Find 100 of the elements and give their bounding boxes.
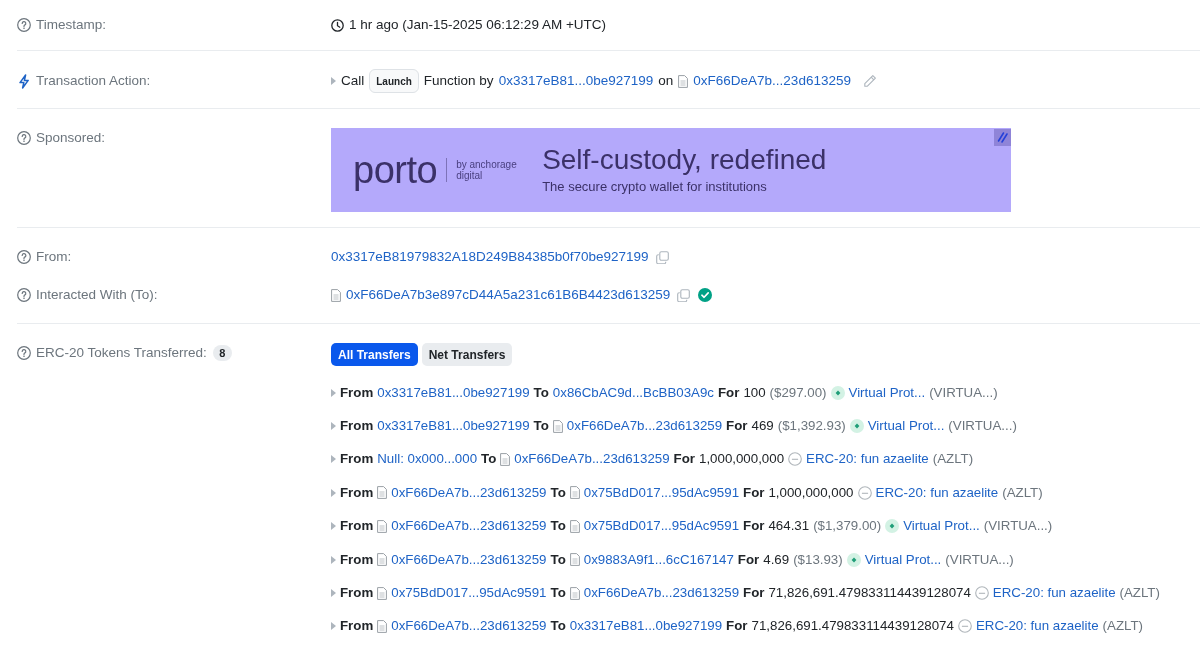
to-label: To (533, 417, 549, 436)
caret-icon[interactable] (331, 522, 336, 531)
address-link[interactable]: 0xF66DeA7b...23d613259 (391, 616, 547, 637)
address-link[interactable]: 0x75BdD017...95dAc9591 (583, 516, 740, 537)
lightning-icon (17, 73, 31, 89)
field-label: From: (36, 248, 72, 266)
for-label: For (743, 517, 765, 536)
caret-icon[interactable] (331, 455, 336, 464)
copy-icon[interactable] (655, 250, 669, 264)
caret-icon[interactable] (331, 388, 336, 397)
address-link[interactable]: 0xF66DeA7b...23d613259 (391, 516, 547, 537)
token-symbol: (AZLT) (932, 450, 974, 469)
byline-text: by anchorage digital (456, 159, 518, 181)
token-link[interactable]: Virtual Prot... (903, 516, 980, 537)
address-link[interactable]: 0xF66DeA7b...23d613259 (693, 71, 851, 91)
from-label: From (340, 417, 374, 436)
address-link[interactable]: Null: 0x000...000 (377, 449, 478, 470)
address-link[interactable]: 0x9883A9f1...6cC167147 (583, 549, 734, 570)
usd-value-text: ($297.00) (769, 383, 827, 402)
from-label: From (340, 483, 374, 502)
token-link[interactable]: Virtual Prot... (848, 382, 926, 403)
copy-icon[interactable] (677, 288, 691, 302)
address-link[interactable]: 0x3317eB81...0be927199 (377, 416, 530, 437)
ad-marker-icon[interactable] (994, 129, 1011, 146)
field-label: ERC-20 Tokens Transferred: (36, 344, 207, 362)
field-label: Interacted With (To): (36, 286, 158, 304)
action-text: Function by (423, 72, 494, 90)
from-label: From (340, 617, 374, 636)
token-link[interactable]: ERC-20: fun azaelite (806, 449, 929, 470)
empty-token-icon (957, 619, 972, 634)
for-label: For (737, 550, 760, 569)
address-link[interactable]: 0x86CbAC9d...BcBB03A9c (552, 382, 714, 403)
token-symbol: (VIRTUA...) (929, 383, 998, 402)
field-label: Transaction Action: (36, 72, 151, 90)
tagline-text: The secure crypto wallet for institutions (542, 179, 768, 195)
to-label: To (533, 383, 549, 402)
from-label: From (340, 450, 374, 469)
headline-text: Self-custody, redefined (542, 145, 827, 175)
for-label: For (673, 450, 695, 469)
caret-icon[interactable] (331, 622, 336, 631)
token-symbol: (VIRTUA...) (983, 517, 1053, 536)
token-link[interactable]: Virtual Prot... (867, 416, 945, 437)
address-link[interactable]: 0xF66DeA7b...23d613259 (391, 482, 547, 503)
to-label: To (550, 617, 566, 636)
caret-icon[interactable] (331, 589, 336, 598)
for-label: For (718, 383, 740, 402)
token-logo-icon (885, 519, 900, 534)
address-link[interactable]: 0xF66DeA7b...23d613259 (391, 549, 547, 570)
from-label: From (340, 383, 374, 402)
amount-text: 469 (751, 417, 774, 436)
token-link[interactable]: ERC-20: fun azaelite (875, 482, 999, 503)
caret-icon[interactable] (331, 77, 336, 85)
caret-icon[interactable] (331, 488, 336, 497)
address-link[interactable]: 0x3317eB81...0be927199 (498, 71, 654, 91)
action-text: on (658, 72, 674, 90)
token-logo-icon (846, 552, 861, 567)
clock-icon (331, 18, 344, 32)
token-symbol: (AZLT) (1119, 584, 1160, 603)
address-link[interactable]: 0x75BdD017...95dAc9591 (583, 482, 740, 503)
caret-icon[interactable] (331, 555, 336, 564)
address-link[interactable]: 0x3317eB81...0be927199 (569, 616, 723, 637)
address-link[interactable]: 0xF66DeA7b...23d613259 (566, 416, 723, 437)
help-icon (17, 346, 31, 360)
to-label: To (550, 483, 566, 502)
empty-token-icon (788, 452, 803, 467)
for-label: For (726, 417, 748, 436)
empty-token-icon (857, 485, 872, 500)
caret-icon[interactable] (331, 422, 336, 431)
amount-text: 464.31 (768, 517, 810, 536)
amount-text: 71,826,691.479833114439128074 (751, 617, 954, 636)
token-link[interactable]: ERC-20: fun azaelite (992, 583, 1116, 604)
address-link[interactable]: 0xF66DeA7b3e897cD44A5a231c61B6B4423d613259 (346, 285, 671, 305)
from-label: From (340, 584, 374, 603)
address-link[interactable]: 0xF66DeA7b...23d613259 (583, 583, 740, 604)
token-symbol: (AZLT) (1102, 617, 1143, 636)
brand-logo: porto (353, 148, 438, 192)
amount-text: 4.69 (763, 550, 790, 569)
field-label: Timestamp: (36, 16, 106, 34)
address-link[interactable]: 0x75BdD017...95dAc9591 (391, 583, 547, 604)
token-link[interactable]: ERC-20: fun azaelite (975, 616, 1099, 637)
usd-value-text: ($1,379.00) (813, 517, 882, 536)
amount-text: 71,826,691.479833114439128074 (768, 584, 971, 603)
token-symbol: (VIRTUA...) (948, 417, 1017, 436)
token-logo-icon (849, 419, 864, 434)
filter-tab[interactable]: All Transfers (331, 343, 418, 366)
address-link[interactable]: 0x3317eB81979832A18D249B84385b0f70be927199 (331, 247, 649, 267)
token-link[interactable]: Virtual Prot... (864, 549, 942, 570)
field-label: Sponsored: (36, 129, 106, 147)
address-link[interactable]: 0x3317eB81...0be927199 (377, 382, 530, 403)
pencil-icon[interactable] (862, 74, 877, 88)
token-logo-icon (830, 385, 845, 400)
action-text: Call (341, 72, 365, 90)
usd-value-text: ($13.93) (793, 550, 843, 569)
for-label: For (743, 483, 765, 502)
help-icon (17, 288, 31, 302)
amount-text: 100 (743, 383, 766, 402)
ad-banner[interactable]: porto by anchorage digital Self-custody, redefined The secure crypto wallet for institutions (331, 128, 1011, 212)
address-link[interactable]: 0xF66DeA7b...23d613259 (514, 449, 670, 470)
method-badge: Launch (369, 69, 419, 93)
filter-tab[interactable]: Net Transfers (421, 343, 513, 366)
